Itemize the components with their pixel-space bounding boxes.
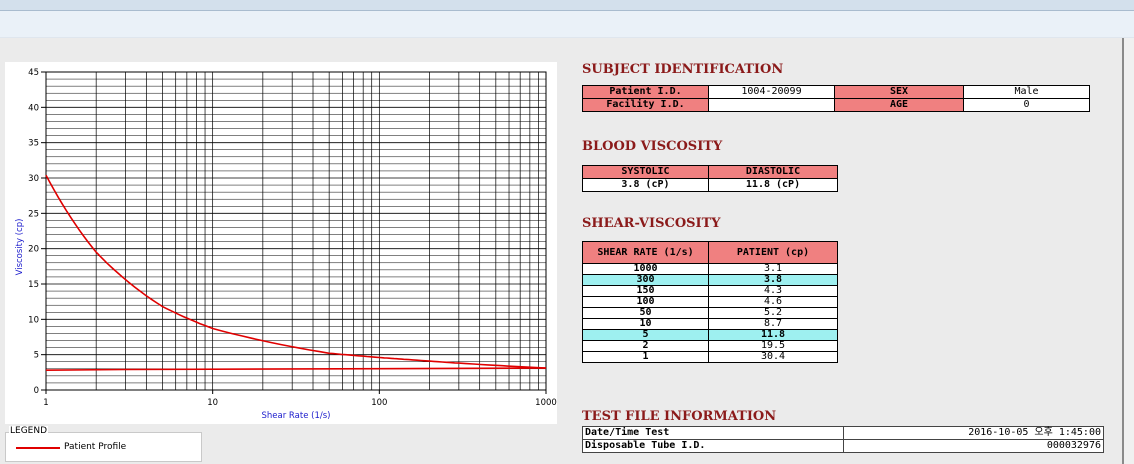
- table-row: 1 30.4: [582, 351, 838, 363]
- datetime-label: Date/Time Test: [582, 426, 844, 440]
- legend: LEGEND Patient Profile: [5, 426, 202, 462]
- y-tick-label: 15: [28, 280, 39, 290]
- patient-viscosity-cell: 8.7: [708, 318, 838, 330]
- sex-label: SEX: [834, 85, 964, 99]
- patient-viscosity-cell: 11.8: [708, 329, 838, 341]
- tube-id-label: Disposable Tube I.D.: [582, 439, 844, 453]
- patient-viscosity-cell: 19.5: [708, 340, 838, 352]
- shear-rate-cell: 10: [582, 318, 709, 330]
- y-tick-label: 20: [28, 245, 39, 255]
- shear-rate-cell: 1000: [582, 263, 709, 275]
- shear-rate-cell: 150: [582, 285, 709, 297]
- x-tick-label: 10: [207, 398, 218, 408]
- x-axis-label: Shear Rate (1/s): [262, 411, 331, 421]
- table-row: 10 8.7: [582, 318, 838, 330]
- table-row: 100 4.6: [582, 296, 838, 308]
- table-row: 50 5.2: [582, 307, 838, 319]
- y-tick-label: 30: [28, 174, 39, 184]
- y-tick-label: 35: [28, 139, 39, 149]
- shear-rate-cell: 50: [582, 307, 709, 319]
- toolbar: [0, 11, 1134, 38]
- legend-item-label: Patient Profile: [64, 442, 127, 452]
- diastolic-value: 11.8 (cP): [708, 178, 838, 192]
- table-header-row: SHEAR RATE (1/s) PATIENT (cp): [582, 241, 838, 264]
- shear-rate-cell: 1: [582, 351, 709, 363]
- viscosity-chart-panel: 1 10 100 1000 0 5 10 15 20 25 30 35 40 45 Shear Rate…: [5, 62, 557, 424]
- legend-title: LEGEND: [9, 426, 49, 436]
- table-row: SYSTOLIC DIASTOLIC: [582, 165, 838, 179]
- patient-id-label: Patient I.D.: [582, 85, 709, 99]
- subject-table: Patient I.D. 1004-20099 SEX Male Facilit…: [582, 85, 1090, 112]
- table-row: 5 11.8: [582, 329, 838, 341]
- y-tick-label: 5: [34, 351, 39, 361]
- table-row: 3.8 (cP) 11.8 (cP): [582, 178, 838, 192]
- x-tick-label: 1: [43, 398, 48, 408]
- table-row: 2 19.5: [582, 340, 838, 352]
- table-row: Facility I.D. AGE 0: [582, 98, 1090, 112]
- systolic-value: 3.8 (cP): [582, 178, 709, 192]
- patient-viscosity-cell: 5.2: [708, 307, 838, 319]
- y-axis-label: Viscosity (cp): [15, 219, 25, 276]
- diastolic-label: DIASTOLIC: [708, 165, 838, 179]
- patient-id-value: 1004-20099: [708, 85, 835, 99]
- table-row: 150 4.3: [582, 285, 838, 297]
- test-file-table: Date/Time Test 2016-10-05 오후 1:45:00 Dis…: [582, 426, 1104, 453]
- shear-rate-cell: 2: [582, 340, 709, 352]
- patient-viscosity-cell: 3.8: [708, 274, 838, 286]
- datetime-value: 2016-10-05 오후 1:45:00: [843, 426, 1104, 440]
- patient-viscosity-cell: 3.1: [708, 263, 838, 275]
- shear-viscosity-title: SHEAR-VISCOSITY: [582, 216, 721, 231]
- y-tick-label: 45: [28, 68, 39, 78]
- plot-area: [45, 71, 547, 391]
- sex-value: Male: [963, 85, 1090, 99]
- facility-id-value: [708, 98, 835, 112]
- shear-viscosity-table: SHEAR RATE (1/s) PATIENT (cp) 1000 3.1 300…: [582, 241, 838, 363]
- vertical-scrollbar[interactable]: [1122, 38, 1134, 464]
- shear-rate-column-header: SHEAR RATE (1/s): [582, 241, 709, 264]
- y-tick-label: 40: [28, 103, 39, 113]
- table-row: Disposable Tube I.D. 000032976: [582, 439, 1104, 453]
- table-row: Date/Time Test 2016-10-05 오후 1:45:00: [582, 426, 1104, 440]
- patient-column-header: PATIENT (cp): [708, 241, 838, 264]
- table-row: 300 3.8: [582, 274, 838, 286]
- systolic-label: SYSTOLIC: [582, 165, 709, 179]
- blood-viscosity-table: SYSTOLIC DIASTOLIC 3.8 (cP) 11.8 (cP): [582, 165, 838, 192]
- test-file-information-title: TEST FILE INFORMATION: [582, 409, 777, 424]
- shear-rate-cell: 100: [582, 296, 709, 308]
- viscosity-chart: 1 10 100 1000 0 5 10 15 20 25 30 35 40 45 Shear Rate…: [15, 68, 557, 421]
- legend-swatch: [16, 447, 60, 449]
- subject-identification-title: SUBJECT IDENTIFICATION: [582, 62, 784, 77]
- shear-rate-cell: 300: [582, 274, 709, 286]
- facility-id-label: Facility I.D.: [582, 98, 709, 112]
- x-tick-label: 100: [371, 398, 387, 408]
- x-tick-label: 1000: [535, 398, 557, 408]
- age-value: 0: [963, 98, 1090, 112]
- age-label: AGE: [834, 98, 964, 112]
- tube-id-value: 000032976: [843, 439, 1104, 453]
- table-row: 1000 3.1: [582, 263, 838, 275]
- blood-viscosity-title: BLOOD VISCOSITY: [582, 139, 723, 154]
- patient-viscosity-cell: 4.6: [708, 296, 838, 308]
- y-tick-label: 10: [28, 315, 39, 325]
- patient-viscosity-cell: 4.3: [708, 285, 838, 297]
- y-tick-label: 25: [28, 209, 39, 219]
- y-tick-label: 0: [34, 386, 39, 396]
- title-bar: [0, 0, 1134, 11]
- patient-viscosity-cell: 30.4: [708, 351, 838, 363]
- table-row: Patient I.D. 1004-20099 SEX Male: [582, 85, 1090, 99]
- shear-rate-cell: 5: [582, 329, 709, 341]
